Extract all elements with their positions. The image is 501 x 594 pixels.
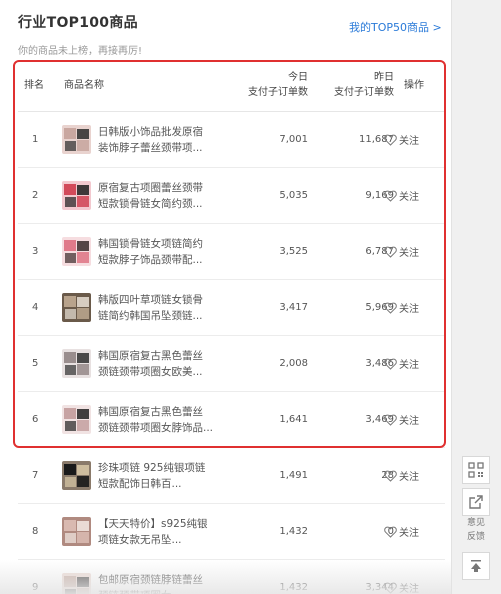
yesterday-orders: 28 xyxy=(381,470,394,481)
my-top50-link[interactable]: 我的TOP50商品 > xyxy=(349,19,442,35)
heart-icon xyxy=(384,302,397,314)
product-thumbnail[interactable] xyxy=(62,349,91,378)
heart-icon xyxy=(384,526,397,538)
today-orders: 5,035 xyxy=(279,190,308,201)
rank-number: 7 xyxy=(32,470,39,481)
heart-icon xyxy=(384,134,397,146)
table-row[interactable]: 2 原宿复古项圈蕾丝颈带 短款锁骨链女简约颈... 5,035 9,169 关注 xyxy=(18,168,445,224)
top100-table: 排名 商品名称 今日 支付子订单数 昨日 支付子订单数 操作 1 日韩版小饰品批发… xyxy=(18,60,445,594)
product-thumbnail[interactable] xyxy=(62,517,91,546)
rank-number: 6 xyxy=(32,414,39,425)
col-header-yesterday-line2: 支付子订单数 xyxy=(334,87,394,98)
col-header-yesterday-line1: 昨日 xyxy=(374,72,394,83)
heart-icon xyxy=(384,582,397,594)
col-header-today-line2: 支付子订单数 xyxy=(248,87,308,98)
qrcode-icon xyxy=(462,456,490,484)
col-header-yesterday: 昨日 支付子订单数 xyxy=(308,70,394,100)
col-header-operation: 操作 xyxy=(404,80,424,91)
follow-button[interactable]: 关注 xyxy=(384,356,419,371)
follow-button[interactable]: 关注 xyxy=(384,412,419,427)
follow-button[interactable]: 关注 xyxy=(384,132,419,147)
follow-button[interactable]: 关注 xyxy=(384,300,419,315)
col-header-today-line1: 今日 xyxy=(288,72,308,83)
back-to-top-button[interactable] xyxy=(459,552,493,580)
yesterday-orders: 11,687 xyxy=(359,134,394,145)
follow-label: 关注 xyxy=(399,528,419,539)
follow-label: 关注 xyxy=(399,304,419,315)
product-thumbnail[interactable] xyxy=(62,405,91,434)
table-row[interactable]: 3 韩国锁骨链女项链简约 短款脖子饰品颈带配... 3,525 6,787 关注 xyxy=(18,224,445,280)
yesterday-orders: 6,787 xyxy=(365,246,394,257)
yesterday-orders: 5,969 xyxy=(365,302,394,313)
product-thumbnail[interactable] xyxy=(62,573,91,594)
col-header-rank: 排名 xyxy=(24,80,44,91)
table-row[interactable]: 7 珍珠项链 925纯银项链 短款配饰日韩百... 1,491 28 关注 xyxy=(18,448,445,504)
follow-label: 关注 xyxy=(399,472,419,483)
yesterday-orders: 0 xyxy=(387,526,394,537)
follow-label: 关注 xyxy=(399,136,419,147)
feedback-label-line1: 意见 xyxy=(466,518,485,528)
col-header-today: 今日 支付子订单数 xyxy=(204,70,308,100)
today-orders: 3,525 xyxy=(279,246,308,257)
product-thumbnail[interactable] xyxy=(62,461,91,490)
today-orders: 1,432 xyxy=(279,582,308,593)
follow-label: 关注 xyxy=(399,584,419,594)
yesterday-orders: 3,486 xyxy=(365,358,394,369)
table-row[interactable]: 1 日韩版小饰品批发原宿 装饰脖子蕾丝颈带项... 7,001 11,687 关注 xyxy=(18,112,445,168)
table-body: 1 日韩版小饰品批发原宿 装饰脖子蕾丝颈带项... 7,001 11,687 关注 2 原宿复… xyxy=(18,112,445,594)
back-to-top-icon xyxy=(462,552,490,580)
col-header-name: 商品名称 xyxy=(64,80,104,91)
rank-number: 1 xyxy=(32,134,39,145)
heart-icon xyxy=(384,414,397,426)
table-row[interactable]: 9包邮原宿颈链脖链蕾丝颈链颈带项圈女...1,4323,344关注 xyxy=(18,560,445,594)
rank-number: 5 xyxy=(32,358,39,369)
follow-label: 关注 xyxy=(399,360,419,371)
heart-icon xyxy=(384,358,397,370)
heart-icon xyxy=(384,190,397,202)
table-row[interactable]: 6 韩国原宿复古黑色蕾丝 颈链颈带项圈女脖饰品... 1,641 3,469 关注 xyxy=(18,392,445,448)
rank-number: 9 xyxy=(32,582,39,593)
today-orders: 2,008 xyxy=(279,358,308,369)
rank-number: 2 xyxy=(32,190,39,201)
table-row[interactable]: 4 韩版四叶草项链女锁骨 链简约韩国吊坠颈链... 3,417 5,969 关注 xyxy=(18,280,445,336)
product-thumbnail[interactable] xyxy=(62,181,91,210)
yesterday-orders: 9,169 xyxy=(365,190,394,201)
not-ranked-notice: 你的商品未上榜，再接再厉! xyxy=(18,46,143,57)
follow-button[interactable]: 关注 xyxy=(384,580,419,594)
product-thumbnail[interactable] xyxy=(62,293,91,322)
today-orders: 1,432 xyxy=(279,526,308,537)
follow-button[interactable]: 关注 xyxy=(384,524,419,539)
rank-number: 3 xyxy=(32,246,39,257)
product-thumbnail[interactable] xyxy=(62,237,91,266)
share-out-icon xyxy=(462,488,490,516)
follow-button[interactable]: 关注 xyxy=(384,188,419,203)
table-row[interactable]: 8 【天天特价】s925纯银 项链女款无吊坠... 1,432 0 关注 xyxy=(18,504,445,560)
today-orders: 7,001 xyxy=(279,134,308,145)
follow-label: 关注 xyxy=(399,248,419,259)
today-orders: 1,641 xyxy=(279,414,308,425)
feedback-button[interactable]: 意见 反馈 xyxy=(459,488,493,544)
rank-number: 8 xyxy=(32,526,39,537)
today-orders: 1,491 xyxy=(279,470,308,481)
follow-label: 关注 xyxy=(399,192,419,203)
table-row[interactable]: 5 韩国原宿复古黑色蕾丝 颈链颈带项圈女欧美... 2,008 3,486 关注 xyxy=(18,336,445,392)
follow-button[interactable]: 关注 xyxy=(384,244,419,259)
table-header: 排名 商品名称 今日 支付子订单数 昨日 支付子订单数 操作 xyxy=(18,60,445,112)
heart-icon xyxy=(384,246,397,258)
yesterday-orders: 3,469 xyxy=(365,414,394,425)
follow-button[interactable]: 关注 xyxy=(384,468,419,483)
qrcode-button[interactable] xyxy=(459,456,493,484)
today-orders: 3,417 xyxy=(279,302,308,313)
feedback-label-line2: 反馈 xyxy=(466,532,485,542)
product-thumbnail[interactable] xyxy=(62,125,91,154)
main-panel: 行业TOP100商品 我的TOP50商品 > 你的商品未上榜，再接再厉! 排名 … xyxy=(0,0,451,594)
rank-number: 4 xyxy=(32,302,39,313)
heart-icon xyxy=(384,470,397,482)
page-title: 行业TOP100商品 xyxy=(18,15,138,31)
yesterday-orders: 3,344 xyxy=(365,582,394,593)
follow-label: 关注 xyxy=(399,416,419,427)
